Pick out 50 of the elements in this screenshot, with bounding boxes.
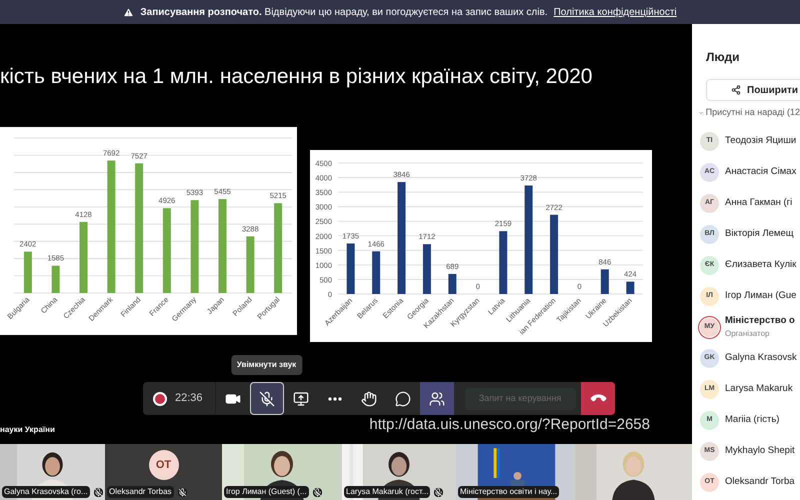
participant-name: Єлизавета Кулік bbox=[725, 258, 796, 272]
chat-icon bbox=[394, 390, 411, 406]
chart-bar bbox=[499, 230, 508, 294]
avatar: OT bbox=[148, 450, 178, 480]
banner-text: Записування розпочато. Відвідуючи цю нараду, ви погоджуєтеся на запис ваших слів. bbox=[140, 6, 548, 20]
share-icon bbox=[731, 85, 741, 95]
participant-name: Larysa Makaruk bbox=[725, 382, 793, 396]
role-label: Організатор bbox=[725, 328, 770, 340]
chart-bar bbox=[246, 236, 254, 292]
hang-up-button[interactable] bbox=[581, 382, 615, 415]
participant-name: Mykhaylo Shepit bbox=[725, 444, 795, 458]
participant-name: Ігор Лиман (Gue bbox=[725, 288, 796, 303]
chart-bar bbox=[626, 281, 634, 294]
warning-icon bbox=[123, 6, 134, 18]
chart-bar bbox=[600, 268, 609, 294]
participant-name: Galyna Krasovska (го... bbox=[2, 486, 90, 498]
participant-name: Larysa Makaruk (гост... bbox=[344, 486, 430, 498]
participant-name: Анастасія Сімах bbox=[725, 164, 796, 179]
participant-name: Mariia (гість) bbox=[725, 412, 780, 427]
share-screen-icon bbox=[292, 390, 309, 406]
section-header[interactable]: Присутні на нараді (12 bbox=[692, 106, 800, 120]
participant-name: Міністерство о bbox=[725, 314, 795, 328]
participant-name: Oleksandr Torba bbox=[725, 474, 795, 489]
hand-icon bbox=[360, 390, 377, 406]
muted-microphone-icon bbox=[258, 390, 275, 406]
participant-name: Анна Гакман (гі bbox=[725, 196, 792, 210]
people-icon bbox=[428, 390, 445, 406]
more-icon bbox=[328, 396, 342, 400]
participant-name: Galyna Krasovsk bbox=[725, 350, 797, 365]
participant-name: Вікторія Лемещ bbox=[725, 226, 794, 241]
chart-bar bbox=[24, 251, 32, 292]
source-url: http://data.uis.unesco.org/?ReportId=2658 bbox=[369, 414, 650, 434]
participant-name: Міністерство освіти і нау... bbox=[458, 486, 560, 498]
share-button[interactable]: Поширити bbox=[706, 79, 800, 101]
chart-bar bbox=[80, 221, 88, 292]
participant-name: Теодозія Яциши bbox=[725, 134, 796, 148]
chart-bar bbox=[52, 265, 60, 292]
participant-name: Oleksandr Torbas bbox=[107, 486, 174, 498]
tooltip: Увімкнути звук bbox=[230, 355, 302, 375]
privacy-link[interactable]: Політика конфіденційності bbox=[554, 4, 677, 20]
participant-name: Ігор Лиман (Guest) (... bbox=[224, 486, 309, 498]
panel-title: Люди bbox=[705, 49, 741, 66]
toolbar-button[interactable] bbox=[420, 382, 454, 415]
slide-title: кість вчених на 1 млн. населення в різних країнах світу, 2020 bbox=[0, 64, 594, 90]
footer-text: науки України bbox=[0, 424, 55, 436]
chart-bar bbox=[448, 273, 456, 294]
chart-bar bbox=[346, 243, 355, 294]
chart-bar bbox=[422, 244, 431, 294]
call-timer: 22:36 bbox=[175, 391, 203, 406]
chart-bar bbox=[372, 250, 380, 294]
